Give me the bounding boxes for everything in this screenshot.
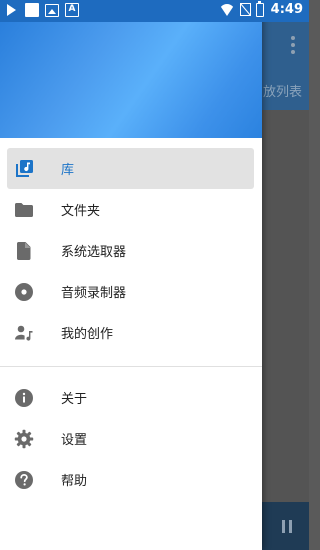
folder-icon bbox=[15, 202, 33, 217]
help-icon bbox=[15, 470, 33, 489]
drawer-item-system-picker[interactable]: 系统选取器 bbox=[0, 230, 262, 271]
disc-icon bbox=[15, 282, 33, 301]
background-tab-label: 放列表 bbox=[263, 85, 303, 100]
navigation-drawer: 库 文件夹 系统选取器 音频录制器 我的创作 关于 设置 帮助 bbox=[0, 0, 262, 550]
drawer-item-help[interactable]: 帮助 bbox=[0, 459, 262, 500]
pause-icon bbox=[281, 520, 293, 533]
drawer-item-my-creations[interactable]: 我的创作 bbox=[0, 312, 262, 353]
status-bar: A 4:49 bbox=[0, 0, 309, 22]
drawer-item-label: 我的创作 bbox=[61, 327, 114, 342]
drawer-item-label: 音频录制器 bbox=[61, 286, 127, 301]
drawer-item-folder[interactable]: 文件夹 bbox=[0, 189, 262, 230]
notification-square-icon bbox=[25, 3, 39, 17]
drawer-item-settings[interactable]: 设置 bbox=[0, 418, 262, 459]
file-icon bbox=[17, 241, 31, 260]
battery-charging-icon bbox=[255, 0, 264, 17]
wifi-icon bbox=[218, 3, 235, 16]
drawer-header bbox=[0, 22, 262, 138]
drawer-menu: 库 文件夹 系统选取器 音频录制器 我的创作 关于 设置 帮助 bbox=[0, 141, 262, 500]
drawer-item-label: 系统选取器 bbox=[61, 245, 127, 260]
drawer-item-audio-recorder[interactable]: 音频录制器 bbox=[0, 271, 262, 312]
info-icon bbox=[15, 388, 33, 407]
drawer-item-library[interactable]: 库 bbox=[0, 148, 262, 189]
drawer-item-about[interactable]: 关于 bbox=[0, 377, 262, 418]
no-sim-icon bbox=[239, 3, 251, 16]
image-icon bbox=[45, 3, 59, 17]
settings-gear-icon bbox=[14, 429, 34, 448]
drawer-item-label: 关于 bbox=[61, 392, 88, 407]
drawer-item-label: 帮助 bbox=[61, 474, 88, 489]
more-vert-icon bbox=[291, 36, 295, 54]
drawer-divider bbox=[0, 366, 262, 367]
person-music-icon bbox=[15, 325, 33, 341]
library-music-icon bbox=[16, 159, 33, 177]
drawer-item-label: 库 bbox=[61, 163, 75, 178]
play-icon bbox=[7, 4, 16, 16]
drawer-item-label: 文件夹 bbox=[61, 204, 101, 219]
status-time: 4:49 bbox=[270, 2, 303, 17]
drawer-item-label: 设置 bbox=[61, 433, 88, 448]
font-icon: A bbox=[65, 3, 79, 17]
